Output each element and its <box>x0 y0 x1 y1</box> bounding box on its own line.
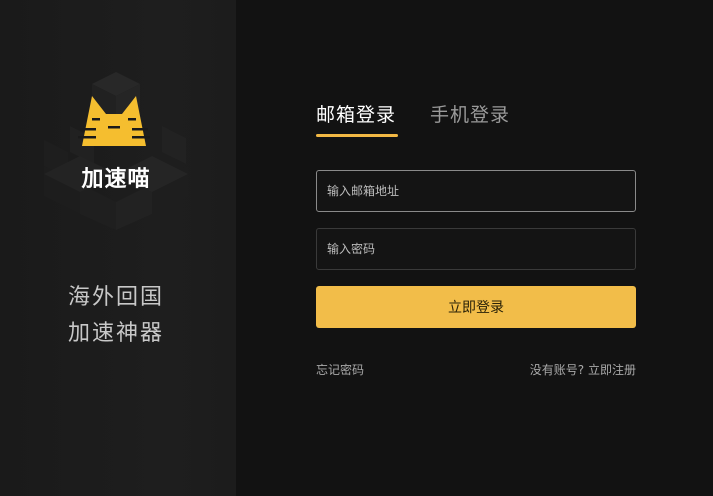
login-button[interactable]: 立即登录 <box>316 286 636 328</box>
tab-email-login[interactable]: 邮箱登录 <box>316 100 396 127</box>
register-prompt: 没有账号? 立即注册 <box>530 361 636 378</box>
email-field-box <box>316 170 636 212</box>
password-field-box <box>316 228 636 270</box>
slogan-line-1: 海外回国 <box>67 285 164 310</box>
cat-logo-icon <box>78 96 150 146</box>
forgot-password-link[interactable]: 忘记密码 <box>316 361 364 378</box>
tab-phone-login[interactable]: 手机登录 <box>430 100 510 127</box>
slogan-line-2: 加速神器 <box>67 321 164 346</box>
register-link[interactable]: 立即注册 <box>588 363 636 377</box>
brand-name: 加速喵 <box>81 167 151 192</box>
brand-logo: 加速喵 <box>40 64 192 234</box>
brand-sidebar: 加速喵 海外回国 加速神器 <box>0 0 236 496</box>
login-tabs: 邮箱登录 手机登录 <box>316 100 636 140</box>
no-account-text: 没有账号? <box>529 363 585 377</box>
password-input[interactable] <box>317 229 635 269</box>
active-tab-indicator <box>316 134 398 137</box>
login-window: 加速喵 海外回国 加速神器 邮箱登录 手机登录 立即登录 忘记密码 没有账号? … <box>0 0 713 496</box>
email-input[interactable] <box>317 171 635 211</box>
